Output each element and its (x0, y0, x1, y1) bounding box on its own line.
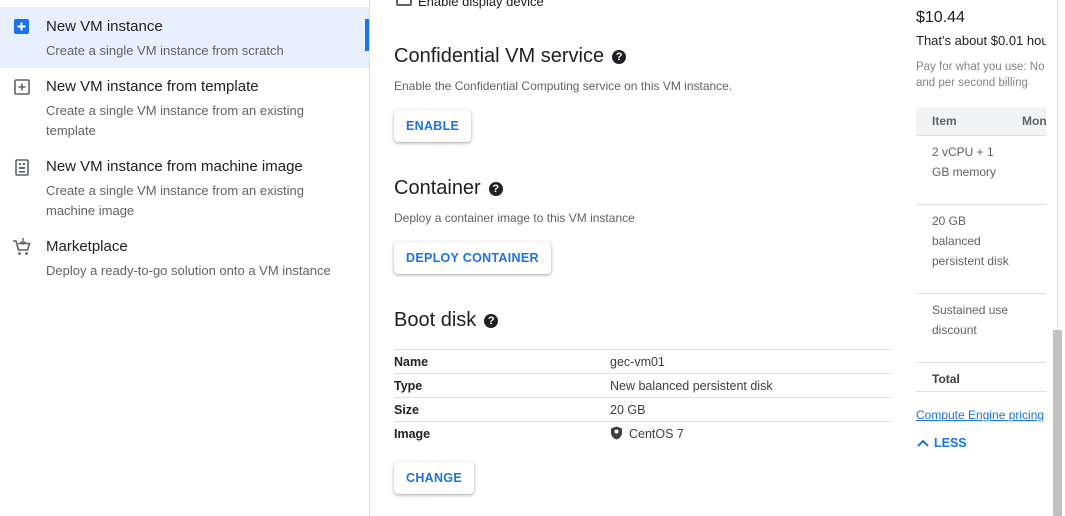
help-icon[interactable]: ? (612, 49, 627, 64)
table-row: 2 vCPU + 1 GB memory (916, 135, 1046, 205)
option-title: Marketplace (46, 238, 128, 255)
disk-key: Size (394, 397, 610, 422)
display-device-checkbox[interactable] (396, 0, 412, 6)
option-new-vm-instance[interactable]: New VM instance Create a single VM insta… (0, 7, 369, 68)
confidential-vm-desc: Enable the Confidential Computing servic… (394, 79, 733, 93)
option-desc: Create a single VM instance from an exis… (46, 183, 304, 218)
display-device-label: Enable display device (418, 0, 544, 9)
deploy-container-button[interactable]: DEPLOY CONTAINER (394, 242, 551, 274)
disk-value-image: CentOS 7 (610, 421, 892, 445)
option-new-vm-from-template[interactable]: New VM instance from template Create a s… (0, 67, 369, 147)
less-toggle[interactable]: LESS (916, 436, 967, 450)
shield-icon (611, 426, 622, 440)
option-desc: Deploy a ready-to-go solution onto a VM … (46, 263, 331, 278)
table-row: Size 20 GB (394, 397, 892, 422)
disk-key: Name (394, 349, 610, 374)
creation-options-sidebar: New VM instance Create a single VM insta… (0, 0, 370, 516)
price-item: 2 vCPU + 1 GB memory (932, 145, 997, 179)
template-add-icon (14, 79, 30, 95)
enable-button[interactable]: ENABLE (394, 110, 472, 142)
table-row: Type New balanced persistent disk (394, 373, 892, 398)
pricing-summary: $10.44 That's about $0.01 hou Pay for wh… (916, 0, 1046, 516)
compute-engine-pricing-link[interactable]: Compute Engine pricing (916, 408, 1044, 422)
boot-disk-table: Name gec-vm01 Type New balanced persiste… (394, 349, 892, 445)
disk-value: New balanced persistent disk (610, 373, 892, 398)
selected-indicator (365, 19, 369, 51)
table-row: 20 GB balanced persistent disk (916, 204, 1046, 294)
chevron-up-icon (917, 439, 929, 447)
table-row: Image CentOS 7 (394, 421, 892, 445)
option-title: New VM instance (46, 18, 163, 35)
disk-key: Type (394, 373, 610, 398)
option-new-vm-from-machine-image[interactable]: New VM instance from machine image Creat… (0, 147, 369, 227)
option-desc: Create a single VM instance from scratch (46, 43, 284, 58)
scroll-thumb[interactable] (1053, 330, 1062, 516)
pricing-table-header: Item Mon (916, 107, 1046, 135)
col-item: Item (932, 114, 957, 128)
container-desc: Deploy a container image to this VM inst… (394, 211, 635, 225)
hourly-estimate: That's about $0.01 hou (916, 33, 1046, 48)
price-item: Sustained use discount (932, 303, 1009, 337)
option-title: New VM instance from machine image (46, 158, 303, 175)
disk-value: gec-vm01 (610, 349, 892, 374)
option-title: New VM instance from template (46, 78, 259, 95)
section-title-text: Boot disk (394, 309, 477, 331)
change-boot-disk-button[interactable]: CHANGE (394, 462, 474, 494)
less-label: LESS (934, 436, 967, 450)
container-heading: Container ? (394, 177, 503, 200)
monthly-estimate: $10.44 (916, 9, 965, 26)
add-box-icon (14, 19, 29, 34)
table-row: Name gec-vm01 (394, 349, 892, 374)
pricing-note: Pay for what you use: No and per second … (916, 59, 1044, 91)
scrollbar[interactable] (1053, 0, 1065, 516)
section-title-text: Container (394, 177, 481, 199)
confidential-vm-heading: Confidential VM service ? (394, 45, 627, 68)
pricing-note-line: Pay for what you use: No (916, 61, 1045, 73)
option-marketplace[interactable]: Marketplace Deploy a ready-to-go solutio… (0, 227, 369, 287)
help-icon[interactable]: ? (484, 313, 499, 328)
boot-disk-heading: Boot disk ? (394, 309, 499, 332)
table-row: Sustained use discount (916, 293, 1046, 363)
option-desc: Create a single VM instance from an exis… (46, 103, 304, 138)
price-total: Total (932, 372, 960, 386)
disk-key: Image (394, 421, 610, 445)
help-icon[interactable]: ? (488, 181, 503, 196)
image-name: CentOS 7 (629, 427, 684, 441)
disk-value: 20 GB (610, 397, 892, 422)
pricing-note-line: and per second billing (916, 77, 1028, 89)
col-month: Mon (1022, 114, 1046, 128)
price-item: 20 GB balanced persistent disk (932, 214, 1009, 268)
section-title-text: Confidential VM service (394, 45, 605, 67)
marketplace-cart-icon (13, 238, 31, 255)
machine-image-icon (15, 159, 29, 176)
table-row-total: Total (916, 362, 1046, 392)
